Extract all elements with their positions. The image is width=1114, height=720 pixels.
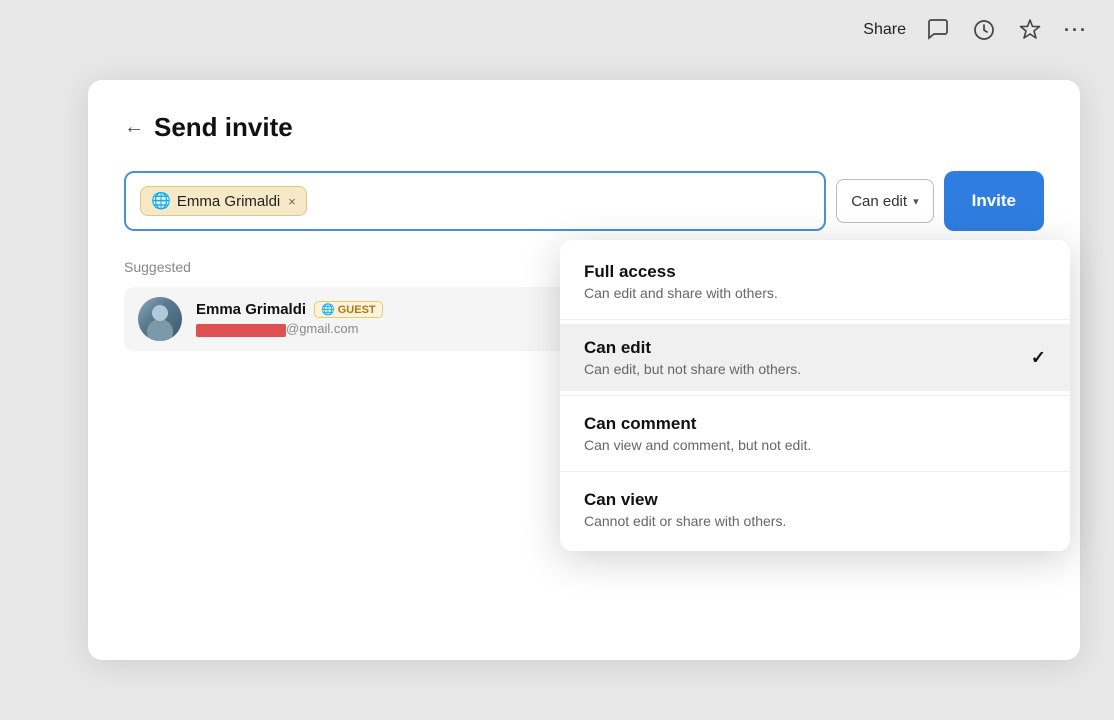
- dropdown-divider: [560, 471, 1070, 472]
- star-icon[interactable]: [1016, 16, 1044, 44]
- invite-input-box[interactable]: 🌐 Emma Grimaldi ×: [124, 171, 826, 231]
- chat-icon[interactable]: [924, 16, 952, 44]
- toolbar: Share ···: [0, 0, 1114, 60]
- tag-globe-icon: 🌐: [151, 191, 171, 211]
- dropdown-item-title: Can comment: [584, 414, 1046, 434]
- invite-row: 🌐 Emma Grimaldi × Can edit ▾ Invite: [124, 171, 1044, 231]
- dropdown-item-desc: Can view and comment, but not edit.: [584, 437, 1046, 453]
- back-button[interactable]: ←: [124, 116, 144, 139]
- dropdown-item-can-edit[interactable]: Can edit Can edit, but not share with ot…: [560, 324, 1070, 391]
- dropdown-divider: [560, 319, 1070, 320]
- dropdown-item-full-access[interactable]: Full access Can edit and share with othe…: [560, 248, 1070, 315]
- modal-header: ← Send invite: [124, 112, 1044, 143]
- permission-dropdown-menu: Full access Can edit and share with othe…: [560, 240, 1070, 551]
- permission-dropdown-button[interactable]: Can edit ▾: [836, 179, 933, 223]
- tag-name: Emma Grimaldi: [177, 193, 280, 210]
- dropdown-item-can-comment[interactable]: Can comment Can view and comment, but no…: [560, 400, 1070, 467]
- dropdown-item-title: Can edit: [584, 338, 1046, 358]
- dropdown-item-desc: Cannot edit or share with others.: [584, 513, 1046, 529]
- dropdown-item-title: Can view: [584, 490, 1046, 510]
- dropdown-item-desc: Can edit and share with others.: [584, 285, 1046, 301]
- email-suffix: @gmail.com: [286, 321, 358, 336]
- email-redacted: [196, 324, 286, 337]
- dropdown-divider: [560, 395, 1070, 396]
- share-label: Share: [863, 21, 906, 39]
- badge-globe-icon: 🌐: [321, 303, 335, 316]
- avatar: [138, 297, 182, 341]
- tag-remove-button[interactable]: ×: [288, 194, 296, 209]
- dropdown-item-can-view[interactable]: Can view Cannot edit or share with other…: [560, 476, 1070, 543]
- suggestion-name: Emma Grimaldi: [196, 301, 306, 318]
- invite-button[interactable]: Invite: [944, 171, 1044, 231]
- suggestion-email: @gmail.com: [196, 321, 383, 336]
- permission-label: Can edit: [851, 193, 907, 210]
- more-icon[interactable]: ···: [1062, 16, 1090, 44]
- invitee-tag: 🌐 Emma Grimaldi ×: [140, 186, 307, 216]
- modal-title: Send invite: [154, 112, 293, 143]
- dropdown-item-title: Full access: [584, 262, 1046, 282]
- guest-badge: 🌐 GUEST: [314, 301, 383, 318]
- guest-label: GUEST: [338, 304, 376, 316]
- history-icon[interactable]: [970, 16, 998, 44]
- dropdown-item-desc: Can edit, but not share with others.: [584, 361, 1046, 377]
- suggestion-name-row: Emma Grimaldi 🌐 GUEST: [196, 301, 383, 318]
- chevron-down-icon: ▾: [913, 195, 919, 208]
- selected-check-icon: ✓: [1031, 347, 1046, 368]
- suggestion-info: Emma Grimaldi 🌐 GUEST @gmail.com: [196, 301, 383, 336]
